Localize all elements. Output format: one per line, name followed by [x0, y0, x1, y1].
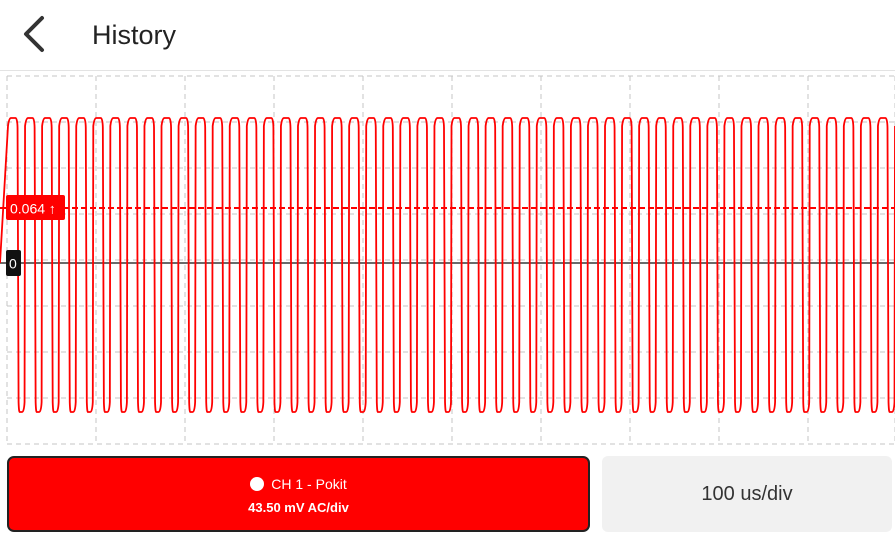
channel-button[interactable]: CH 1 - Pokit 43.50 mV AC/div: [7, 456, 590, 532]
timebase-button[interactable]: 100 us/div: [602, 456, 892, 532]
oscilloscope-display[interactable]: 0.064 ↑ 0: [0, 71, 895, 449]
trigger-level-marker[interactable]: 0.064 ↑: [6, 195, 65, 220]
channel-name: CH 1 - Pokit: [271, 476, 347, 492]
signal-trace: [0, 117, 895, 413]
channel-scale: 43.50 mV AC/div: [248, 500, 349, 515]
page-title: History: [92, 20, 177, 50]
trigger-level-label: 0.064 ↑: [10, 201, 56, 217]
channel-title: CH 1 - Pokit: [9, 475, 588, 493]
channel-dot-icon: [250, 477, 265, 491]
zero-marker[interactable]: 0: [6, 250, 21, 276]
chevron-left-icon: [24, 16, 44, 52]
zero-label: 0: [9, 256, 17, 272]
timebase-label: 100 us/div: [701, 483, 793, 505]
waveform-plot: 0.064 ↑ 0: [0, 75, 895, 445]
back-button[interactable]: [14, 12, 56, 56]
app-header: History: [0, 0, 895, 71]
